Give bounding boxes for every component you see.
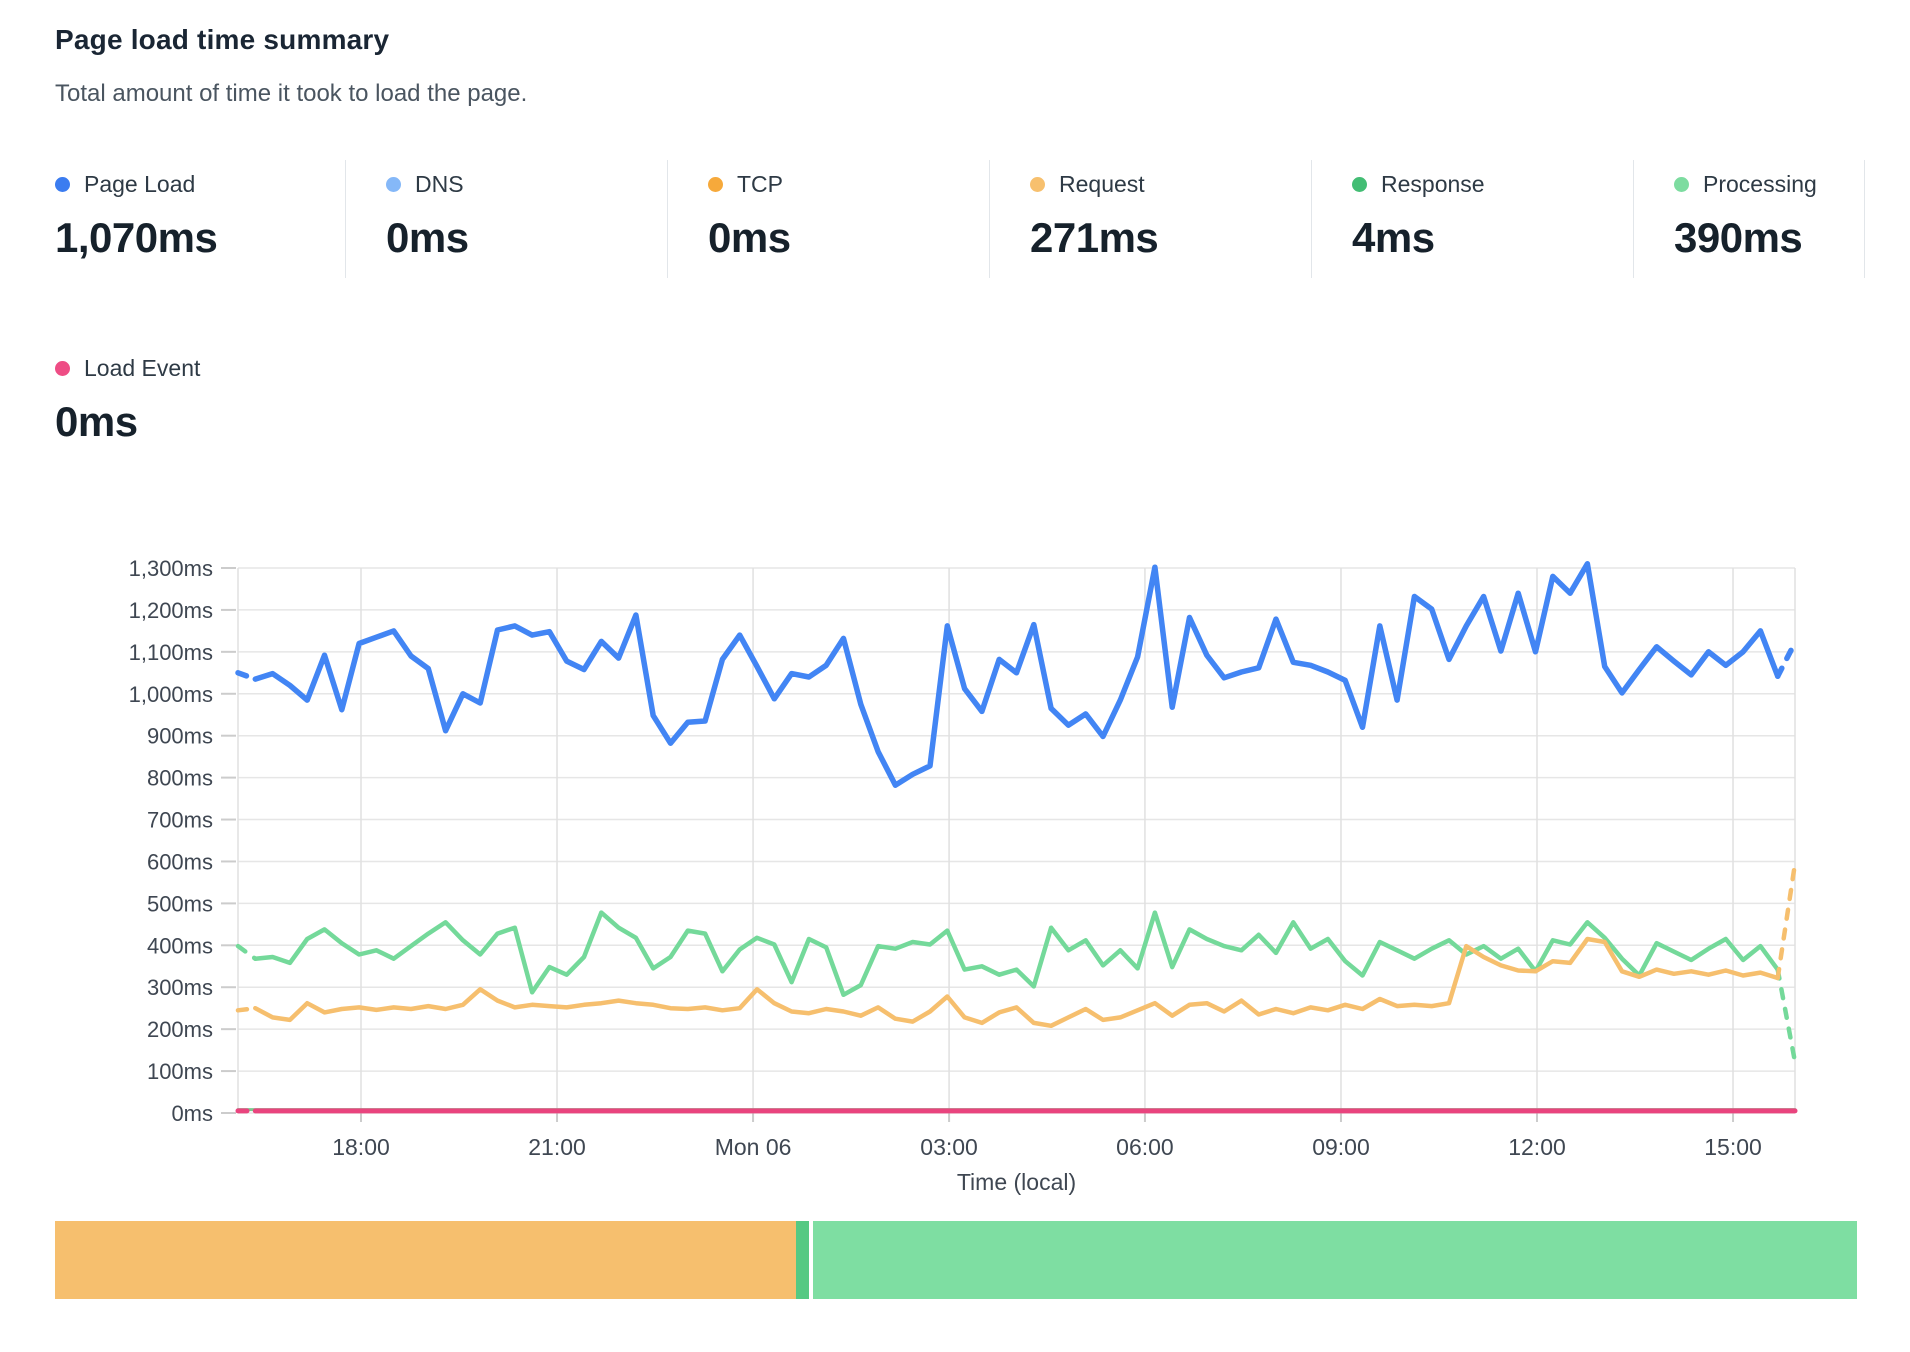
- stat-page-load: Page Load 1,070ms: [55, 160, 345, 278]
- load-event-legend-dot: [55, 361, 70, 376]
- series-processing-dashed: [238, 946, 255, 959]
- response-legend-dot: [1352, 177, 1367, 192]
- y-tick-label: 100ms: [147, 1059, 213, 1084]
- series-processing-line: [255, 913, 1777, 995]
- stat-label: Page Load: [55, 168, 345, 200]
- page-subtitle: Total amount of time it took to load the…: [55, 80, 527, 108]
- stat-dns: DNS 0ms: [345, 160, 667, 278]
- x-tick-label: 03:00: [920, 1134, 978, 1160]
- x-tick-label: 18:00: [332, 1134, 390, 1160]
- stat-label: Request: [1030, 168, 1311, 200]
- y-tick-label: 1,100ms: [129, 640, 213, 665]
- y-tick-label: 200ms: [147, 1017, 213, 1042]
- stat-value-response: 4ms: [1352, 214, 1633, 262]
- timing-phase-bar: [55, 1221, 1857, 1299]
- stat-label: TCP: [708, 168, 989, 200]
- y-tick-label: 500ms: [147, 891, 213, 916]
- dns-legend-dot: [386, 177, 401, 192]
- stat-label-text: Request: [1059, 168, 1145, 200]
- x-tick-label: 09:00: [1312, 1134, 1370, 1160]
- y-tick-label: 1,300ms: [129, 556, 213, 581]
- page-title: Page load time summary: [55, 24, 389, 56]
- series-page-load-line: [255, 564, 1777, 785]
- stat-value-processing: 390ms: [1674, 214, 1864, 262]
- y-tick-label: 800ms: [147, 766, 213, 791]
- series-request-dashed: [238, 1008, 255, 1010]
- tcp-legend-dot: [708, 177, 723, 192]
- stat-value-tcp: 0ms: [708, 214, 989, 262]
- x-tick-label: Mon 06: [715, 1134, 792, 1160]
- y-tick-label: 300ms: [147, 975, 213, 1000]
- y-tick-label: 600ms: [147, 849, 213, 874]
- y-tick-label: 900ms: [147, 724, 213, 749]
- stat-label-text: DNS: [415, 168, 464, 200]
- y-tick-label: 1,200ms: [129, 598, 213, 623]
- y-tick-label: 700ms: [147, 808, 213, 833]
- request-legend-dot: [1030, 177, 1045, 192]
- series-processing-dashed: [1778, 970, 1795, 1062]
- x-tick-label: 06:00: [1116, 1134, 1174, 1160]
- x-tick-label: 12:00: [1508, 1134, 1566, 1160]
- y-tick-label: 0ms: [171, 1101, 213, 1126]
- series-page-load-dashed: [238, 673, 255, 679]
- page-load-summary-panel: Page load time summary Total amount of t…: [0, 0, 1910, 1352]
- stat-label: Processing: [1674, 168, 1864, 200]
- x-tick-label: 21:00: [528, 1134, 586, 1160]
- bar-segment-tcp-phase: [55, 1221, 796, 1299]
- x-axis-title: Time (local): [957, 1169, 1076, 1195]
- stat-label: Load Event: [55, 352, 200, 384]
- stat-value-request: 271ms: [1030, 214, 1311, 262]
- x-tick-label: 15:00: [1704, 1134, 1762, 1160]
- stat-label-text: Page Load: [84, 168, 195, 200]
- stat-label-text: TCP: [737, 168, 783, 200]
- y-tick-label: 400ms: [147, 933, 213, 958]
- series-page-load-dashed: [1778, 643, 1795, 677]
- bar-segment-divider-green: [796, 1221, 809, 1299]
- stat-processing: Processing 390ms: [1633, 160, 1865, 278]
- series-request-dashed: [1778, 864, 1795, 978]
- load-time-chart: 0ms 100ms 200ms 300ms 400ms 500ms 600ms 700ms 80…: [0, 430, 1910, 1200]
- processing-legend-dot: [1674, 177, 1689, 192]
- y-tick-label: 1,000ms: [129, 682, 213, 707]
- stat-label: Response: [1352, 168, 1633, 200]
- stat-response: Response 4ms: [1311, 160, 1633, 278]
- stat-label: DNS: [386, 168, 667, 200]
- stat-value-dns: 0ms: [386, 214, 667, 262]
- stat-request: Request 271ms: [989, 160, 1311, 278]
- stat-label-text: Processing: [1703, 168, 1817, 200]
- stat-value-page-load: 1,070ms: [55, 214, 345, 262]
- stat-label-text: Load Event: [84, 352, 200, 384]
- page-load-legend-dot: [55, 177, 70, 192]
- stat-label-text: Response: [1381, 168, 1485, 200]
- stat-tcp: TCP 0ms: [667, 160, 989, 278]
- bar-segment-response-phase: [813, 1221, 1857, 1299]
- metrics-summary-row: Page Load 1,070ms DNS 0ms TCP 0ms Reques…: [55, 160, 1865, 278]
